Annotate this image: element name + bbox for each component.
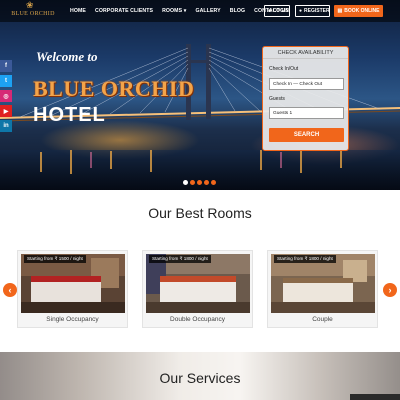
linkedin-icon[interactable]: in — [0, 120, 12, 132]
menu-item-rooms[interactable]: ROOMS ▾ — [162, 8, 186, 14]
instagram-icon[interactable]: ◎ — [0, 90, 12, 102]
logo-text: BLUE ORCHID — [11, 11, 55, 17]
login-button[interactable]: ■ LOGIN — [264, 5, 290, 17]
room-name: Couple — [312, 316, 333, 323]
room-price: Starting from ₹ 1800 / night — [149, 255, 211, 263]
menu-item-home[interactable]: HOME — [70, 8, 86, 14]
menu-item-blog[interactable]: BLOG — [230, 8, 245, 14]
room-name: Single Occupancy — [46, 316, 99, 323]
rooms-section-title: Our Best Rooms — [148, 205, 252, 221]
search-button[interactable]: SEARCH — [269, 128, 344, 142]
menu-item-gallery[interactable]: GALLERY — [195, 8, 220, 14]
book-online-label: BOOK ONLINE — [344, 8, 380, 14]
book-online-button[interactable]: ▤ BOOK ONLINE — [334, 5, 383, 17]
hero-hotel: HOTEL — [33, 104, 106, 126]
twitter-icon[interactable]: t — [0, 75, 12, 87]
slider-dots — [183, 180, 218, 185]
room-price: Starting from ₹ 1500 / night — [24, 255, 86, 263]
user-plus-icon: ● — [299, 8, 303, 14]
hero-welcome: Welcome to — [36, 49, 98, 64]
menu-item-corporate-clients[interactable]: CORPORATE CLIENTS — [95, 8, 153, 14]
services-card-edge — [350, 394, 400, 400]
page: ❀ BLUE ORCHID HOME CORPORATE CLIENTS ROO… — [0, 0, 400, 400]
logo[interactable]: ❀ BLUE ORCHID — [4, 1, 62, 21]
room-name: Double Occupancy — [170, 316, 225, 323]
guests-field[interactable]: Guests 1 — [269, 107, 344, 119]
login-label: LOGIN — [273, 8, 289, 14]
facebook-icon[interactable]: f — [0, 60, 12, 72]
youtube-icon[interactable]: ▶ — [0, 105, 12, 117]
orchid-icon: ❀ — [26, 0, 34, 10]
room-card[interactable]: Starting from ₹ 1800 / night Couple — [267, 250, 378, 328]
slider-dot[interactable] — [211, 180, 216, 185]
carousel-next-button[interactable]: › — [383, 283, 397, 297]
slider-dot[interactable] — [190, 180, 195, 185]
social-sidebar: f t ◎ ▶ in — [0, 60, 12, 135]
checkin-checkout-field[interactable]: Check In — Check Out — [269, 78, 344, 90]
room-card[interactable]: Starting from ₹ 1800 / night Double Occu… — [142, 250, 253, 328]
hero-brand: BLUE ORCHID — [33, 76, 195, 101]
top-nav: ❀ BLUE ORCHID HOME CORPORATE CLIENTS ROO… — [0, 0, 400, 22]
slider-dot[interactable] — [204, 180, 209, 185]
menu-item-rooms-label: ROOMS — [162, 8, 183, 14]
slider-dot[interactable] — [183, 180, 188, 185]
room-price: Starting from ₹ 1800 / night — [274, 255, 336, 263]
carousel-prev-button[interactable]: ‹ — [3, 283, 17, 297]
chevron-down-icon: ▾ — [183, 8, 187, 14]
register-label: REGISTER — [304, 8, 330, 14]
lock-icon: ■ — [268, 8, 272, 14]
availability-title: CHECK AVAILABILITY — [263, 47, 348, 59]
room-card[interactable]: Starting from ₹ 1500 / night Single Occu… — [17, 250, 128, 328]
register-button[interactable]: ● REGISTER — [295, 5, 330, 17]
availability-panel: CHECK AVAILABILITY Check In/Out Check In… — [262, 46, 349, 151]
services-section-title: Our Services — [159, 370, 241, 386]
guests-label: Guests — [269, 96, 285, 102]
calendar-icon: ▤ — [337, 8, 343, 14]
checkin-label: Check In/Out — [269, 66, 299, 72]
slider-dot[interactable] — [197, 180, 202, 185]
